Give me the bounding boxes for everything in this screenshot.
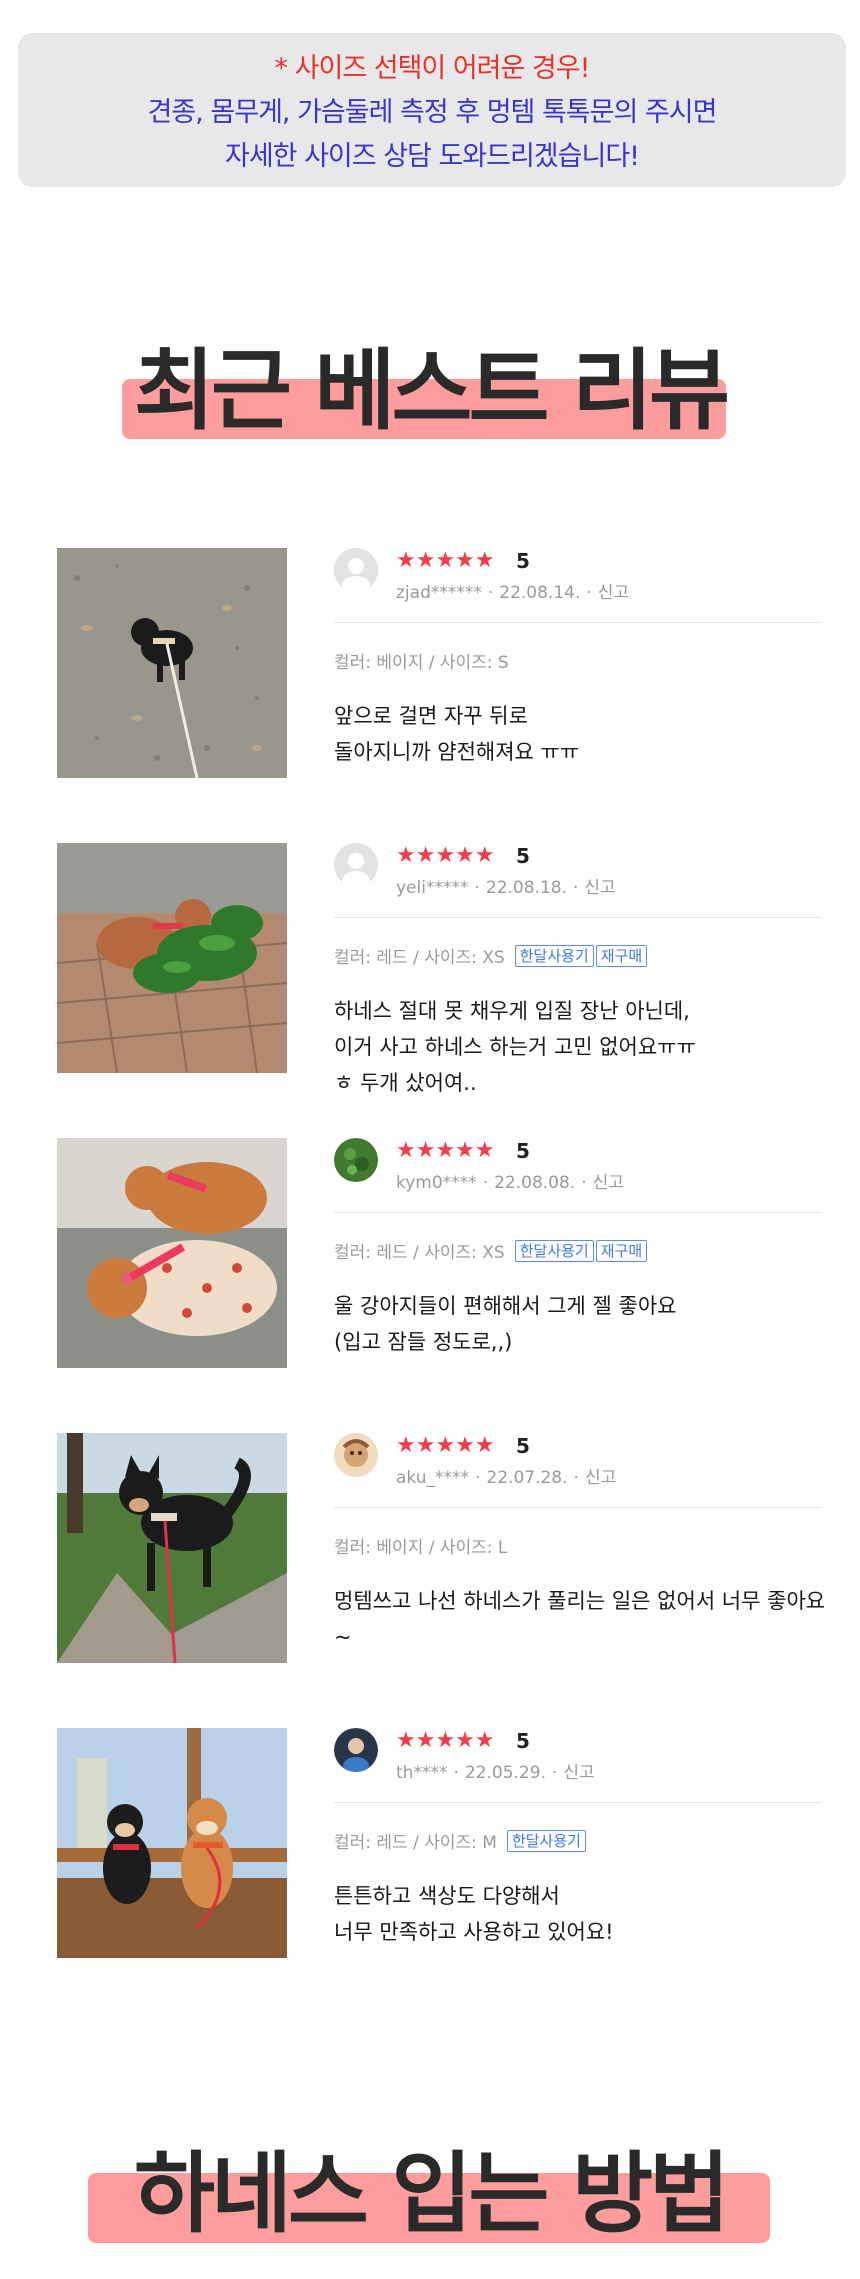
review-date: 22.08.14. <box>499 583 581 603</box>
tag-repurchase: 재구매 <box>595 944 648 967</box>
reviewer-id: kym0**** <box>396 1173 477 1193</box>
review-item: ★★★★★ 5 zjad****** · 22.08.14. · 신고 컬러: 베이지 … <box>0 548 860 778</box>
report-link[interactable]: 신고 <box>585 1468 616 1488</box>
review-text-line: 앞으로 걸면 자꾸 뒤로 <box>334 704 528 728</box>
user-avatar-icon <box>334 548 378 592</box>
review-text-line: 돌아지니까 얌전해져요 ㅠㅠ <box>334 740 580 764</box>
divider <box>334 1802 822 1803</box>
purchase-option: 컬러: 베이지 / 사이즈: S <box>334 648 509 673</box>
reviewer-id: yeli***** <box>396 878 469 898</box>
review-meta: zjad****** · 22.08.14. · 신고 <box>396 583 630 603</box>
review-text-line: 너무 만족하고 사용하고 있어요! <box>334 1920 614 1944</box>
review-text: 앞으로 걸면 자꾸 뒤로 돌아지니까 얌전해져요 ㅠㅠ <box>334 698 834 770</box>
review-text: 하네스 절대 못 채우게 입질 장난 아닌데, 이거 사고 하네스 하는거 고민… <box>334 993 834 1101</box>
how-to-wear-heading: 하네스 입는 방법 <box>0 2123 860 2245</box>
review-meta: yeli***** · 22.08.18. · 신고 <box>396 878 616 898</box>
option-text: 컬러: 레드 / 사이즈: XS <box>334 948 505 968</box>
review-meta: kym0**** · 22.08.08. · 신고 <box>396 1173 624 1193</box>
review-date: 22.08.08. <box>494 1173 576 1193</box>
rating-score: 5 <box>516 1139 530 1163</box>
rating-stars: ★★★★★ <box>396 1138 495 1163</box>
review-item: ★★★★★ 5 th**** · 22.05.29. · 신고 컬러: 레드 / 사이즈… <box>0 1728 860 1958</box>
review-photo-brown-poodle[interactable] <box>57 843 287 1073</box>
review-text: 멍템쓰고 나선 하네스가 풀리는 일은 없어서 너무 좋아요~ <box>334 1583 834 1655</box>
user-avatar-icon <box>334 1728 378 1772</box>
reviewer-id: th**** <box>396 1763 448 1783</box>
review-text-line: ㅎ 두개 샀어여.. <box>334 1071 477 1095</box>
tag-repurchase: 재구매 <box>595 1239 648 1262</box>
review-photo-black-shiba[interactable] <box>57 1433 287 1663</box>
size-notice-box: * 사이즈 선택이 어려운 경우! 견종, 몸무게, 가슴둘레 측정 후 멍템 … <box>18 33 846 187</box>
rating-score: 5 <box>516 1729 530 1753</box>
user-avatar-icon <box>334 1433 378 1477</box>
review-text-line: (입고 잠들 정도로,,) <box>334 1330 513 1354</box>
tag-month-review: 한달사용기 <box>506 1829 586 1852</box>
report-link[interactable]: 신고 <box>593 1173 624 1193</box>
review-photo-sleeping-poodles[interactable] <box>57 1138 287 1368</box>
rating-stars: ★★★★★ <box>396 1728 495 1753</box>
rating-stars: ★★★★★ <box>396 548 495 573</box>
rating-score: 5 <box>516 1434 530 1458</box>
option-text: 컬러: 레드 / 사이즈: M <box>334 1833 497 1853</box>
reviewer-id: aku_**** <box>396 1468 470 1488</box>
review-photo-black-puppy[interactable] <box>57 548 287 778</box>
review-text-line: 울 강아지들이 편해해서 그게 젤 좋아요 <box>334 1294 677 1318</box>
review-meta: aku_**** · 22.07.28. · 신고 <box>396 1468 617 1488</box>
divider <box>334 917 822 918</box>
reviewer-id: zjad****** <box>396 583 482 603</box>
purchase-option: 컬러: 레드 / 사이즈: XS 한달사용기 재구매 <box>334 1238 648 1263</box>
best-reviews-title: 최근 베스트 리뷰 <box>134 339 730 442</box>
review-text: 울 강아지들이 편해해서 그게 젤 좋아요 (입고 잠들 정도로,,) <box>334 1288 834 1360</box>
purchase-option: 컬러: 레드 / 사이즈: M 한달사용기 <box>334 1828 586 1853</box>
rating-stars: ★★★★★ <box>396 1433 495 1458</box>
report-link[interactable]: 신고 <box>584 878 615 898</box>
review-item: ★★★★★ 5 aku_**** · 22.07.28. · 신고 컬러: 베이지 / … <box>0 1433 860 1663</box>
tag-month-review: 한달사용기 <box>514 1239 594 1262</box>
user-avatar-icon <box>334 843 378 887</box>
tag-month-review: 한달사용기 <box>514 944 594 967</box>
review-date: 22.08.18. <box>485 878 567 898</box>
review-item: ★★★★★ 5 yeli***** · 22.08.18. · 신고 컬러: 레드 / … <box>0 843 860 1095</box>
notice-line-3: 자세한 사이즈 상담 도와드리겠습니다! <box>224 141 640 172</box>
review-date: 22.07.28. <box>486 1468 568 1488</box>
review-text-line: 하네스 절대 못 채우게 입질 장난 아닌데, <box>334 999 690 1023</box>
how-to-wear-title: 하네스 입는 방법 <box>134 2142 730 2245</box>
review-text-line: 멍템쓰고 나선 하네스가 풀리는 일은 없어서 너무 좋아요~ <box>334 1589 826 1649</box>
review-text-line: 이거 사고 하네스 하는거 고민 없어요ㅠㅠ <box>334 1035 696 1059</box>
rating-score: 5 <box>516 844 530 868</box>
review-date: 22.05.29. <box>464 1763 546 1783</box>
review-text: 튼튼하고 색상도 다양해서 너무 만족하고 사용하고 있어요! <box>334 1878 834 1950</box>
review-photo-two-shibas[interactable] <box>57 1728 287 1958</box>
review-item: ★★★★★ 5 kym0**** · 22.08.08. · 신고 컬러: 레드 / 사… <box>0 1138 860 1368</box>
option-text: 컬러: 베이지 / 사이즈: L <box>334 1538 508 1558</box>
option-text: 컬러: 베이지 / 사이즈: S <box>334 653 509 673</box>
divider <box>334 1212 822 1213</box>
report-link[interactable]: 신고 <box>563 1763 594 1783</box>
rating-score: 5 <box>516 549 530 573</box>
divider <box>334 1507 822 1508</box>
report-link[interactable]: 신고 <box>598 583 629 603</box>
purchase-option: 컬러: 레드 / 사이즈: XS 한달사용기 재구매 <box>334 943 648 968</box>
divider <box>334 622 822 623</box>
user-avatar-icon <box>334 1138 378 1182</box>
review-meta: th**** · 22.05.29. · 신고 <box>396 1763 595 1783</box>
notice-line-1: * 사이즈 선택이 어려운 경우! <box>274 53 591 84</box>
review-text-line: 튼튼하고 색상도 다양해서 <box>334 1884 560 1908</box>
notice-line-2: 견종, 몸무게, 가슴둘레 측정 후 멍템 톡톡문의 주시면 <box>147 97 718 128</box>
purchase-option: 컬러: 베이지 / 사이즈: L <box>334 1533 507 1558</box>
best-reviews-heading: 최근 베스트 리뷰 <box>0 320 860 442</box>
option-text: 컬러: 레드 / 사이즈: XS <box>334 1243 505 1263</box>
rating-stars: ★★★★★ <box>396 843 495 868</box>
